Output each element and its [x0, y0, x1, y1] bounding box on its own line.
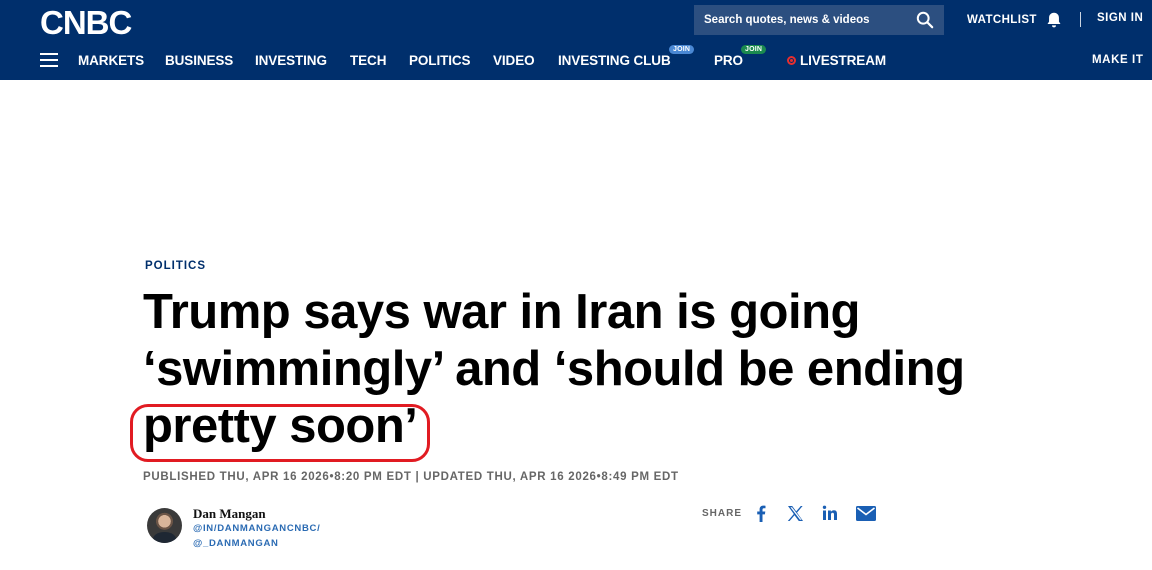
watchlist-label: WATCHLIST: [967, 14, 1037, 26]
author-twitter-handle[interactable]: @_DANMANGAN: [193, 538, 279, 549]
cnbc-logo[interactable]: CNBC: [40, 4, 132, 41]
livestream-label: LIVESTREAM: [800, 53, 887, 68]
headline-highlight: pretty soon: [143, 399, 405, 453]
search-box[interactable]: [694, 5, 944, 35]
facebook-icon[interactable]: [751, 503, 771, 523]
investing-club-join-badge[interactable]: JOIN: [669, 45, 695, 54]
nav-investing-club[interactable]: INVESTING CLUB: [558, 53, 671, 68]
headline-part-1: Trump says war in Iran is going ‘swimmin…: [143, 285, 965, 396]
linkedin-icon[interactable]: [820, 503, 840, 523]
search-icon[interactable]: [916, 11, 934, 29]
publish-dateline: PUBLISHED THU, APR 16 2026•8:20 PM EDT |…: [143, 471, 679, 483]
sign-in-link[interactable]: SIGN IN: [1097, 12, 1143, 24]
watchlist-button[interactable]: WATCHLIST: [967, 8, 1063, 32]
hamburger-menu-icon[interactable]: [40, 53, 58, 67]
nav-pro[interactable]: PRO: [714, 53, 743, 68]
article-headline: Trump says war in Iran is going ‘swimmin…: [143, 284, 1103, 455]
nav-markets[interactable]: MARKETS: [78, 53, 144, 68]
author-name[interactable]: Dan Mangan: [193, 506, 266, 522]
nav-video[interactable]: VIDEO: [493, 53, 535, 68]
nav-business[interactable]: BUSINESS: [165, 53, 233, 68]
nav-investing[interactable]: INVESTING: [255, 53, 327, 68]
nav-politics[interactable]: POLITICS: [409, 53, 471, 68]
header-divider: [1080, 12, 1081, 27]
email-icon[interactable]: [855, 503, 877, 523]
logo-text: CNBC: [40, 4, 132, 41]
section-eyebrow[interactable]: POLITICS: [145, 260, 206, 272]
bell-icon: [1047, 12, 1061, 28]
nav-livestream[interactable]: LIVESTREAM: [787, 53, 886, 68]
top-header: CNBC WATCHLIST SIGN IN MARKETS BUSINESS …: [0, 0, 1152, 80]
make-it-link[interactable]: MAKE IT: [1092, 54, 1143, 66]
author-linkedin-handle[interactable]: @IN/DANMANGANCNBC/: [193, 523, 320, 534]
x-icon[interactable]: [785, 503, 805, 523]
pro-join-badge[interactable]: JOIN: [741, 45, 767, 54]
headline-part-2: ’: [404, 399, 418, 453]
author-avatar[interactable]: [147, 508, 182, 543]
search-input[interactable]: [704, 14, 904, 26]
live-dot-icon: [787, 56, 796, 65]
share-label: SHARE: [702, 508, 743, 519]
nav-tech[interactable]: TECH: [350, 53, 386, 68]
